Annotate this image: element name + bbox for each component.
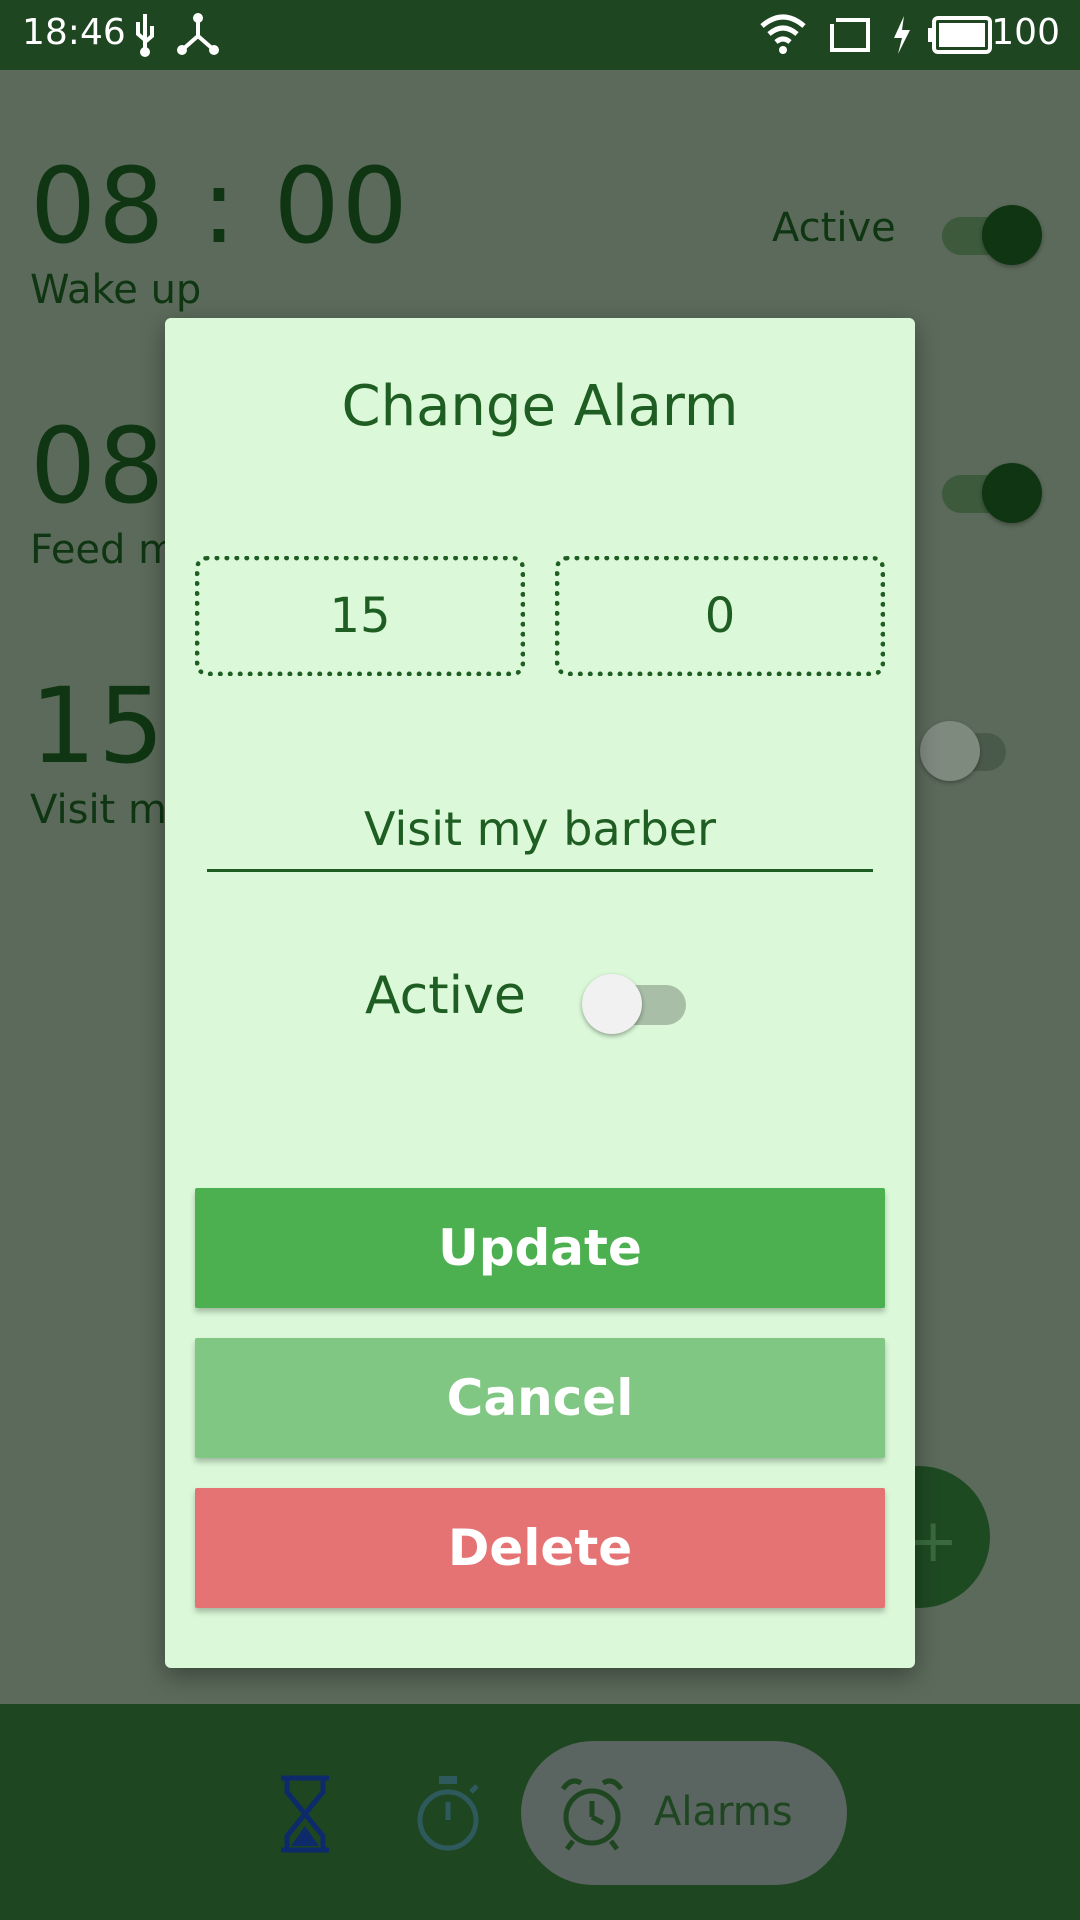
stopwatch-icon[interactable] (415, 1774, 481, 1858)
alarm-label: Feed m (30, 527, 178, 573)
change-alarm-dialog: Change Alarm 15 0 Active Update Cancel D… (165, 318, 915, 1668)
alarm-active-toggle[interactable] (942, 463, 1042, 523)
alarm-time: 15 (30, 665, 167, 787)
battery-icon (928, 12, 994, 62)
hourglass-icon[interactable] (275, 1774, 335, 1858)
alarm-label: Visit m (30, 787, 167, 833)
status-bar: 18:46 100 (0, 0, 1080, 70)
network-share-icon (176, 12, 220, 62)
bottom-nav: Alarms (0, 1704, 1080, 1920)
alarm-clock-icon (559, 1775, 625, 1857)
delete-button[interactable]: Delete (195, 1488, 885, 1608)
alarm-name-input[interactable] (207, 788, 873, 872)
alarm-label: Wake up (30, 267, 202, 313)
battery-level: 100 (991, 12, 1060, 53)
active-toggle[interactable] (582, 968, 692, 1038)
status-time: 18:46 (22, 12, 126, 53)
alarm-active-label: Active (772, 205, 896, 251)
active-label: Active (365, 966, 526, 1026)
dialog-title: Change Alarm (341, 374, 739, 439)
plus-icon: + (908, 1506, 959, 1576)
alarm-time: 08 : 00 (30, 145, 410, 267)
minute-field[interactable]: 0 (555, 556, 885, 676)
alarm-time: 08 (30, 405, 167, 527)
nav-item-alarms[interactable]: Alarms (521, 1741, 847, 1885)
wifi-icon (758, 12, 808, 62)
update-button[interactable]: Update (195, 1188, 885, 1308)
hour-field[interactable]: 15 (195, 556, 525, 676)
usb-icon (130, 12, 160, 62)
charging-icon (890, 12, 914, 62)
alarm-active-toggle[interactable] (920, 721, 1020, 781)
cast-icon (828, 12, 872, 62)
alarm-active-toggle[interactable] (942, 205, 1042, 265)
cancel-button[interactable]: Cancel (195, 1338, 885, 1458)
nav-item-label: Alarms (654, 1789, 793, 1835)
